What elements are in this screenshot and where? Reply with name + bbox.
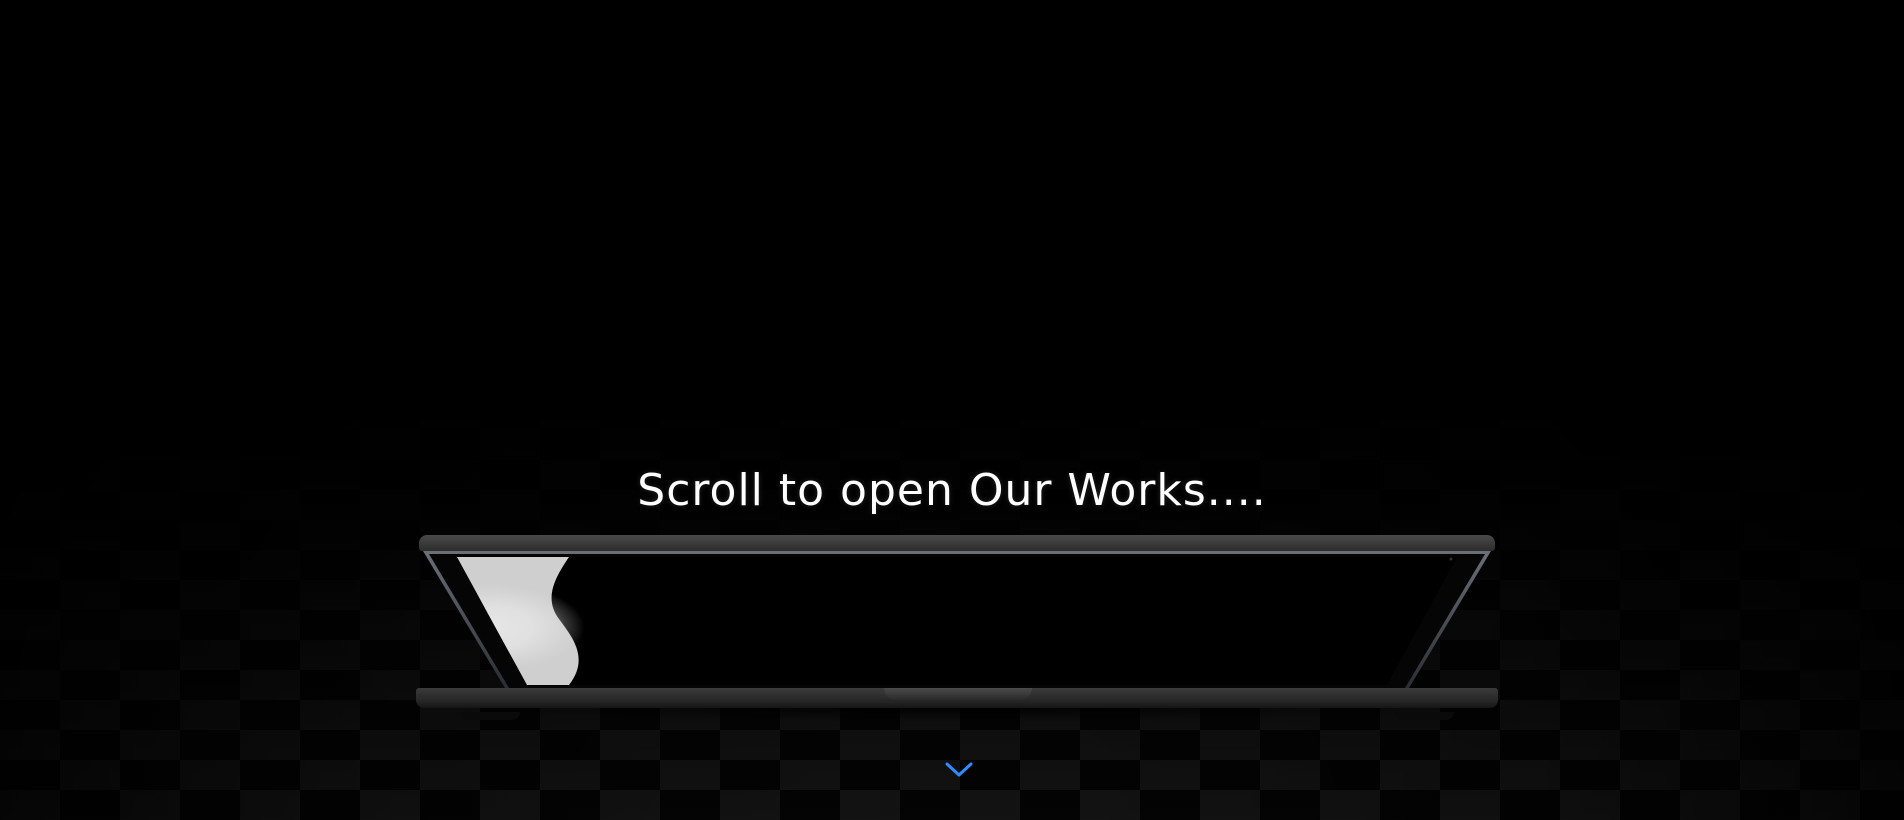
- laptop-foot-right: [1394, 712, 1454, 720]
- hero-stage: Scroll to open Our Works....: [0, 0, 1904, 820]
- laptop-foot-left: [460, 712, 520, 720]
- chevron-down-icon: [945, 762, 973, 777]
- laptop-screen: [419, 549, 1495, 689]
- laptop-shadow: [430, 708, 1484, 722]
- scroll-down-button[interactable]: [942, 758, 976, 782]
- hero-headline: Scroll to open Our Works....: [637, 465, 1267, 516]
- laptop-hinge-notch: [884, 688, 1032, 700]
